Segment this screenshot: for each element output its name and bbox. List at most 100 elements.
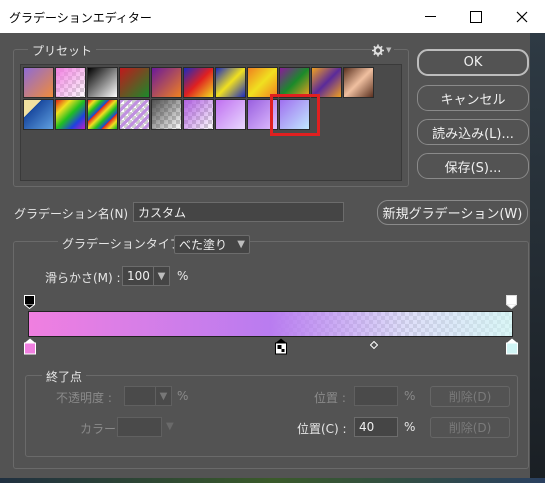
- save-button[interactable]: 保存(S)...: [417, 153, 529, 179]
- preset-swatch-fill: [120, 100, 149, 129]
- gradient-name-label: グラデーション名(N) :: [14, 207, 136, 221]
- delete-color-stop-button: 削除(D): [430, 417, 510, 438]
- load-button[interactable]: 読み込み(L)...: [417, 119, 529, 145]
- opacity-label: 不透明度 :: [56, 391, 112, 405]
- preset-swatch-fill: [248, 100, 277, 129]
- preset-swatch[interactable]: [55, 67, 86, 98]
- close-icon: [516, 11, 528, 22]
- preset-swatch[interactable]: [279, 99, 310, 130]
- preset-swatch-fill: [248, 68, 277, 97]
- opacity-stop-icon: [24, 295, 35, 310]
- location-input[interactable]: 40: [354, 417, 398, 437]
- preset-swatch[interactable]: [343, 67, 374, 98]
- presets-menu-button[interactable]: ▼: [372, 42, 394, 58]
- preset-swatch[interactable]: [215, 67, 246, 98]
- preset-swatch-fill: [56, 100, 85, 129]
- color-stop-left[interactable]: [24, 338, 36, 358]
- presets-label: プリセット: [28, 42, 97, 59]
- smoothness-dropdown[interactable]: ▼: [153, 267, 169, 285]
- preset-swatch-fill: [56, 68, 85, 97]
- preset-swatch[interactable]: [23, 67, 54, 98]
- chevron-down-icon: ▼: [386, 46, 392, 54]
- location-unit: %: [404, 420, 416, 434]
- gear-icon: [372, 44, 384, 56]
- preset-swatch[interactable]: [87, 67, 118, 98]
- minimize-button[interactable]: [407, 0, 453, 33]
- smoothness-value: 100: [127, 269, 150, 283]
- opacity-stop-right[interactable]: [506, 295, 517, 312]
- gradient-preview-bar[interactable]: [28, 311, 513, 337]
- color-stop-icon: [275, 338, 287, 355]
- opacity-input: ▼: [124, 386, 172, 406]
- stops-label: 終了点: [42, 368, 87, 385]
- smoothness-input[interactable]: 100 ▼: [122, 266, 170, 286]
- color-stop-icon: [24, 338, 36, 355]
- smoothness-unit: %: [177, 269, 189, 283]
- smoothness-label: 滑らかさ(M) :: [45, 271, 121, 285]
- background-app-strip: [530, 33, 545, 483]
- preset-swatch-fill: [216, 68, 245, 97]
- preset-swatch[interactable]: [119, 67, 150, 98]
- color-swatch: [117, 417, 162, 437]
- preset-swatch-fill: [152, 68, 181, 97]
- preset-swatch-fill: [88, 100, 117, 129]
- title-bar: グラデーションエディター: [0, 0, 545, 33]
- chevron-down-icon: ▼: [166, 421, 174, 432]
- maximize-button[interactable]: [453, 0, 499, 33]
- preset-swatch[interactable]: [183, 99, 214, 130]
- preset-swatch-fill: [344, 68, 373, 97]
- preset-swatch-fill: [24, 100, 53, 129]
- chevron-down-icon: ▼: [237, 239, 245, 250]
- preset-swatch[interactable]: [151, 99, 182, 130]
- diamond-icon: [369, 340, 379, 350]
- preset-swatch[interactable]: [247, 99, 278, 130]
- opacity-stop-icon: [506, 295, 517, 310]
- cancel-button[interactable]: キャンセル: [417, 85, 529, 111]
- ok-button[interactable]: OK: [417, 49, 529, 76]
- chevron-down-icon: ▼: [157, 270, 166, 282]
- preset-swatch[interactable]: [311, 67, 342, 98]
- location-label: 位置(C) :: [297, 422, 347, 436]
- preset-swatch[interactable]: [119, 99, 150, 130]
- maximize-icon: [470, 10, 482, 23]
- new-gradient-button[interactable]: 新規グラデーション(W): [377, 200, 528, 225]
- gradient-name-input[interactable]: カスタム: [133, 202, 344, 222]
- background-app-bottom: [0, 478, 545, 483]
- preset-swatch[interactable]: [87, 99, 118, 130]
- preset-swatch[interactable]: [183, 67, 214, 98]
- preset-swatch-fill: [120, 68, 149, 97]
- opacity-unit: %: [177, 389, 189, 403]
- midpoint-diamond[interactable]: [369, 338, 379, 352]
- preset-swatch-fill: [184, 68, 213, 97]
- preset-swatch-fill: [216, 100, 245, 129]
- preset-swatch[interactable]: [247, 67, 278, 98]
- color-stop-icon: [506, 338, 518, 355]
- preset-swatch[interactable]: [279, 67, 310, 98]
- preset-swatch-fill: [312, 68, 341, 97]
- minimize-icon: [424, 16, 436, 17]
- gradient-fill: [29, 312, 512, 336]
- window-title: グラデーションエディター: [9, 11, 152, 25]
- preset-swatch[interactable]: [151, 67, 182, 98]
- preset-swatch-fill: [152, 100, 181, 129]
- preset-swatch-fill: [88, 68, 117, 97]
- opacity-stop-left[interactable]: [24, 295, 35, 312]
- preset-swatch-fill: [184, 100, 213, 129]
- preset-swatch-fill: [280, 100, 309, 129]
- delete-opacity-stop-button: 削除(D): [430, 386, 510, 407]
- opacity-location-label: 位置 :: [314, 391, 346, 405]
- preset-swatch-fill: [24, 68, 53, 97]
- preset-swatch[interactable]: [215, 99, 246, 130]
- preset-swatch[interactable]: [23, 99, 54, 130]
- gradient-type-value: べた塗り: [179, 238, 228, 252]
- gradient-type-select[interactable]: べた塗り ▼: [174, 235, 250, 254]
- color-stop-middle[interactable]: [275, 338, 287, 358]
- presets-grid: [20, 64, 402, 181]
- close-button[interactable]: [499, 0, 545, 33]
- color-stop-right[interactable]: [506, 338, 518, 358]
- opacity-location-input: [354, 386, 398, 406]
- chevron-down-icon: ▼: [155, 387, 171, 405]
- preset-swatch[interactable]: [55, 99, 86, 130]
- preset-swatch-fill: [280, 68, 309, 97]
- opacity-location-unit: %: [404, 389, 416, 403]
